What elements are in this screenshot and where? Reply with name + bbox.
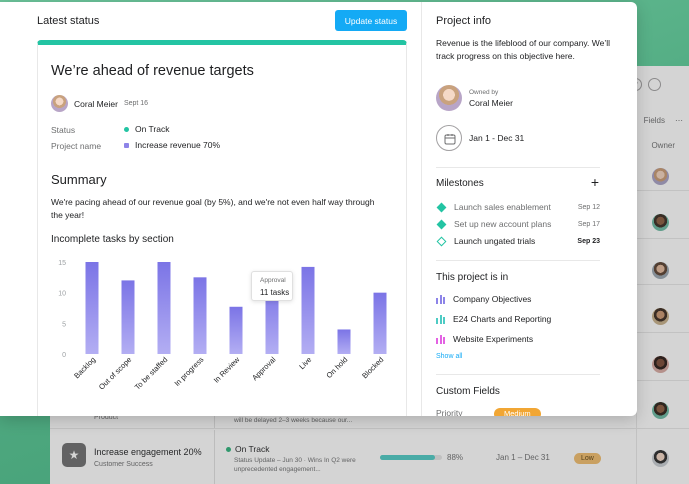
x-tick-label: Approval	[250, 355, 278, 383]
status-value-text: On Track	[135, 124, 170, 134]
summary-text: We're pacing ahead of our revenue goal (…	[51, 197, 375, 220]
priority-field-label: Priority	[436, 408, 463, 416]
x-tick-label: On hold	[324, 355, 349, 380]
status-headline: We’re ahead of revenue targets	[51, 63, 254, 79]
project-info-pane: Project info Revenue is the lifeblood of…	[421, 2, 637, 416]
chart-tooltip: Approval 11 tasks	[251, 271, 293, 301]
author-row: Coral Meier Sept 16	[51, 95, 148, 112]
chart-heading: Incomplete tasks by section	[51, 234, 174, 245]
portfolio-item[interactable]: E24 Charts and Reporting	[436, 314, 551, 324]
x-tick-label: Live	[297, 355, 313, 371]
portfolio-item[interactable]: Company Objectives	[436, 294, 531, 304]
avatar[interactable]	[436, 85, 462, 111]
x-tick-label: In Review	[212, 355, 242, 385]
portfolio-name[interactable]: Company Objectives	[453, 294, 531, 304]
date-range-text[interactable]: Jan 1 - Dec 31	[469, 133, 524, 143]
latest-status-pane: Latest status Update status We’re ahead …	[0, 2, 420, 416]
chart-bar[interactable]	[157, 262, 171, 354]
calendar-icon[interactable]	[436, 125, 462, 151]
author-name[interactable]: Coral Meier	[74, 99, 118, 109]
chart-bar[interactable]	[85, 262, 99, 354]
status-label: Status	[51, 125, 76, 135]
portfolio-name[interactable]: E24 Charts and Reporting	[453, 314, 551, 324]
status-card: We’re ahead of revenue targets Coral Mei…	[37, 40, 407, 416]
portfolio-chart-icon	[436, 294, 445, 304]
milestone-name[interactable]: Launch sales enablement	[454, 202, 578, 212]
milestone-complete-icon[interactable]	[436, 202, 447, 212]
tooltip-label: Approval	[260, 277, 286, 284]
x-tick-label: To be staffed	[133, 355, 170, 392]
milestones-heading: Milestones	[436, 178, 484, 189]
milestone-date: Sep 23	[577, 237, 600, 245]
portfolio-chart-icon	[436, 334, 445, 344]
x-tick-label: Backlog	[72, 355, 97, 380]
milestone-name[interactable]: Launch ungated trials	[454, 236, 577, 246]
owner-row[interactable]: Owned by Coral Meier	[436, 85, 513, 111]
date-range-row[interactable]: Jan 1 - Dec 31	[436, 125, 524, 151]
project-name-text[interactable]: Increase revenue 70%	[135, 140, 220, 150]
chart-bar[interactable]	[337, 329, 351, 354]
milestone-complete-icon[interactable]	[436, 219, 447, 229]
y-tick-label: 15	[58, 260, 66, 267]
portfolio-chart-icon	[436, 314, 445, 324]
priority-badge[interactable]: Medium	[494, 408, 541, 416]
owner-name[interactable]: Coral Meier	[469, 98, 513, 108]
incomplete-tasks-chart: 051015Backlog Out of scope To be staffed In…	[58, 260, 387, 392]
project-in-heading: This project is in	[436, 272, 509, 283]
milestone-item[interactable]: Set up new account plans Sep 17	[436, 217, 600, 231]
avatar[interactable]	[51, 95, 68, 112]
add-milestone-button[interactable]: +	[589, 175, 601, 189]
milestone-date: Sep 12	[577, 203, 600, 211]
portfolio-name[interactable]: Website Experiments	[453, 334, 533, 344]
tooltip-value: 11 tasks	[260, 288, 290, 297]
chart-bar[interactable]	[121, 280, 135, 354]
project-name-value[interactable]: Increase revenue 70%	[124, 140, 220, 150]
project-description[interactable]: Revenue is the lifeblood of our company.…	[436, 37, 611, 63]
chart-bar[interactable]	[373, 292, 387, 354]
milestone-item[interactable]: Launch ungated trials Sep 23	[436, 234, 600, 248]
x-tick-label: In progress	[173, 355, 206, 388]
status-dot-icon	[124, 126, 129, 132]
summary-heading: Summary	[51, 172, 107, 187]
chart-bar[interactable]	[301, 266, 315, 354]
y-tick-label: 0	[62, 352, 66, 359]
milestone-name[interactable]: Set up new account plans	[454, 219, 578, 229]
y-tick-label: 10	[58, 291, 66, 298]
update-status-button[interactable]: Update status	[335, 10, 407, 31]
x-tick-label: Blocked	[360, 355, 385, 380]
portfolio-item[interactable]: Website Experiments	[436, 334, 533, 344]
custom-fields-heading: Custom Fields	[436, 386, 500, 397]
chart-bar[interactable]	[229, 306, 243, 354]
owned-by-label: Owned by	[469, 88, 499, 96]
milestone-item[interactable]: Launch sales enablement Sep 12	[436, 200, 600, 214]
milestone-incomplete-icon[interactable]	[436, 236, 447, 246]
project-info-title: Project info	[436, 15, 492, 27]
status-modal: Latest status Update status We’re ahead …	[0, 2, 637, 416]
latest-status-title: Latest status	[37, 15, 100, 27]
y-tick-label: 5	[62, 321, 66, 328]
milestone-date: Sep 17	[577, 220, 600, 228]
status-value: On Track	[124, 124, 169, 134]
project-name-label: Project name	[51, 141, 102, 151]
author-date: Sept 16	[123, 100, 149, 107]
chart-bar[interactable]	[193, 277, 207, 354]
x-tick-label: Out of scope	[97, 355, 133, 391]
project-color-icon	[124, 142, 129, 148]
show-all-link[interactable]: Show all	[436, 353, 462, 360]
